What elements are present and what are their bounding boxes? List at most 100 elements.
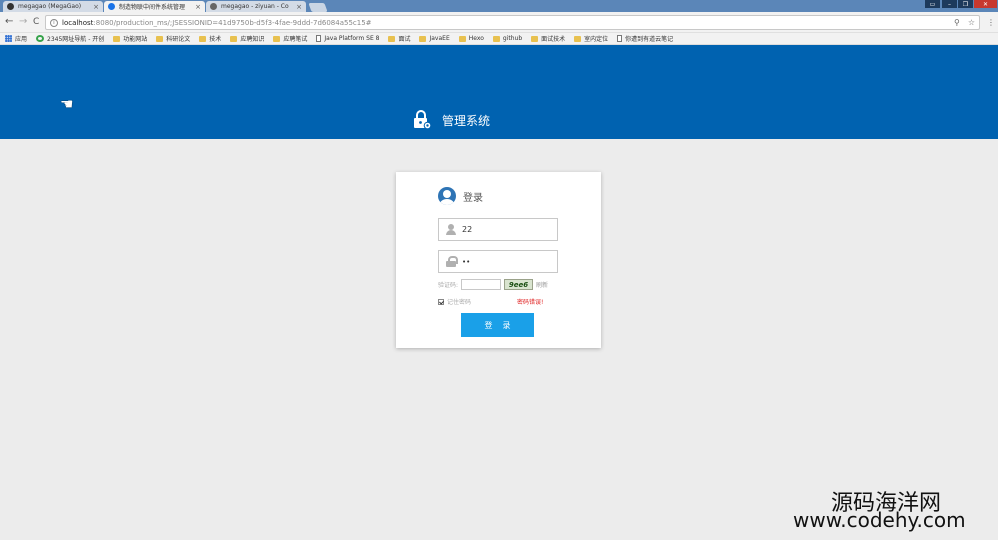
bookmark-label: 应聘知识: [240, 36, 265, 43]
url-host: localhost: [62, 18, 94, 27]
close-icon[interactable]: ×: [195, 3, 201, 11]
folder-icon: [458, 35, 466, 42]
bookmark-label: 2345网址导航 - 开创: [47, 36, 105, 43]
bookmark-label: 技术: [209, 36, 222, 43]
folder-icon: [419, 35, 427, 42]
bookmark-folder[interactable]: 应聘知识: [230, 34, 264, 43]
bookmark-label: 应聘笔试: [283, 36, 308, 43]
window-close-button[interactable]: ✕: [974, 0, 997, 8]
lock-icon: [446, 256, 458, 267]
bookmark-folder[interactable]: 技术: [199, 34, 221, 43]
page-header: [0, 45, 998, 139]
bookmark-folder[interactable]: 功能网站: [113, 34, 147, 43]
bookmark-label: 功能网站: [123, 36, 148, 43]
brand: 管理系统: [412, 110, 490, 130]
back-button[interactable]: ←: [5, 17, 13, 27]
lock-gear-icon: [412, 110, 432, 130]
cloud-icon: [210, 3, 217, 10]
window-pin-button[interactable]: ▭: [925, 0, 940, 8]
bookmark-folder[interactable]: 应聘笔试: [273, 34, 307, 43]
remember-label: 记住密码: [447, 299, 472, 306]
bookmark-folder[interactable]: 室内定位: [574, 34, 608, 43]
bookmark-label: 科研论文: [166, 36, 191, 43]
github-icon: [7, 3, 14, 10]
bookmark-label: 面试技术: [541, 36, 566, 43]
bookmark-label: JavaEE: [429, 35, 450, 42]
tab-github[interactable]: megagao (MegaGao) ×: [3, 1, 103, 12]
captcha-refresh-link[interactable]: 刷新: [536, 280, 548, 289]
page-icon: [617, 35, 623, 42]
bookmark-page[interactable]: 你遭到有道云笔记: [617, 34, 673, 43]
password-field[interactable]: ••: [438, 250, 558, 273]
captcha-input[interactable]: [461, 279, 502, 290]
new-tab-button[interactable]: [308, 3, 328, 12]
bookmark-folder[interactable]: JavaEE: [419, 35, 450, 42]
bookmark-label: github: [502, 35, 523, 42]
bookmark-folder[interactable]: github: [492, 35, 523, 42]
url-path: :8080/production_ms/;JSESSIONID=41d9750b…: [93, 18, 372, 27]
watermark-url: www.codehy.com: [793, 508, 966, 532]
bookmarks-bar: 应用 2345网址导航 - 开创 功能网站 科研论文 技术 应聘知识 应聘笔试 …: [0, 33, 998, 45]
key-icon[interactable]: ⚲: [954, 18, 960, 27]
bookmark-label: Java Platform SE 8: [324, 35, 380, 42]
tab-title: 制造物联中间件系统管理: [119, 4, 186, 11]
folder-icon: [156, 35, 164, 42]
bookmark-label: 应用: [15, 36, 28, 43]
remember-checkbox[interactable]: [438, 298, 444, 305]
bookmark-2345[interactable]: 2345网址导航 - 开创: [36, 34, 104, 43]
folder-icon: [199, 35, 207, 42]
user-icon: [446, 224, 456, 235]
bookmark-page[interactable]: Java Platform SE 8: [316, 35, 379, 42]
address-bar[interactable]: i localhost:8080/production_ms/;JSESSION…: [45, 15, 980, 30]
tab-ziyuan[interactable]: megagao - ziyuan - Co ×: [206, 1, 306, 12]
login-button[interactable]: 登录: [461, 313, 534, 337]
folder-icon: [574, 35, 582, 42]
apps-icon: [5, 35, 12, 42]
login-header: 登录: [438, 187, 483, 205]
minimize-button[interactable]: –: [942, 0, 957, 8]
bookmark-apps[interactable]: 应用: [5, 34, 27, 43]
forward-button[interactable]: →: [19, 17, 27, 27]
tab-title: megagao - ziyuan - Co: [221, 3, 289, 10]
close-icon[interactable]: ×: [93, 3, 99, 11]
page-title: 管理系统: [442, 113, 491, 128]
username-input[interactable]: [462, 225, 552, 234]
bookmark-label: 面试: [398, 36, 411, 43]
folder-icon: [492, 35, 500, 42]
captcha-image[interactable]: 9ee6: [504, 279, 534, 290]
folder-icon: [273, 35, 281, 42]
info-icon[interactable]: i: [50, 18, 58, 27]
password-input[interactable]: ••: [462, 258, 470, 266]
chrome-page-icon: [108, 3, 115, 10]
bookmark-label: 你遭到有道云笔记: [625, 36, 674, 43]
folder-icon: [113, 35, 121, 42]
menu-icon[interactable]: ⋮: [987, 18, 995, 27]
remember-row[interactable]: 记住密码: [438, 297, 471, 306]
site-icon: [36, 35, 45, 42]
tab-production[interactable]: 制造物联中间件系统管理 ×: [104, 1, 205, 12]
url-text[interactable]: localhost:8080/production_ms/;JSESSIONID…: [62, 19, 950, 27]
restore-button[interactable]: ❐: [958, 0, 973, 8]
error-message: 密码错误!: [517, 299, 544, 306]
folder-icon: [531, 35, 539, 42]
hand-cursor-icon: ☚: [60, 95, 74, 113]
captcha-row: 验证码: 9ee6 刷新: [438, 279, 548, 290]
login-title: 登录: [463, 192, 483, 204]
bookmark-label: Hexo: [468, 35, 484, 42]
close-icon[interactable]: ×: [296, 3, 302, 11]
page-icon: [316, 35, 322, 42]
avatar-icon: [438, 187, 456, 205]
tab-title: megagao (MegaGao): [18, 3, 82, 10]
captcha-label: 验证码:: [438, 282, 459, 289]
username-field[interactable]: [438, 218, 558, 241]
folder-icon: [388, 35, 396, 42]
bookmark-folder[interactable]: 面试技术: [531, 34, 565, 43]
reload-button[interactable]: C: [33, 17, 39, 27]
login-card: 登录 •• 验证码: 9ee6 刷新 记住密码 密码错误! 登录: [396, 172, 601, 348]
browser-tab-bar: megagao (MegaGao) × 制造物联中间件系统管理 × megaga…: [0, 0, 998, 12]
bookmark-folder[interactable]: 面试: [388, 34, 410, 43]
star-icon[interactable]: ☆: [968, 18, 975, 27]
bookmark-folder[interactable]: 科研论文: [156, 34, 190, 43]
bookmark-label: 室内定位: [584, 36, 609, 43]
bookmark-folder[interactable]: Hexo: [458, 35, 484, 42]
